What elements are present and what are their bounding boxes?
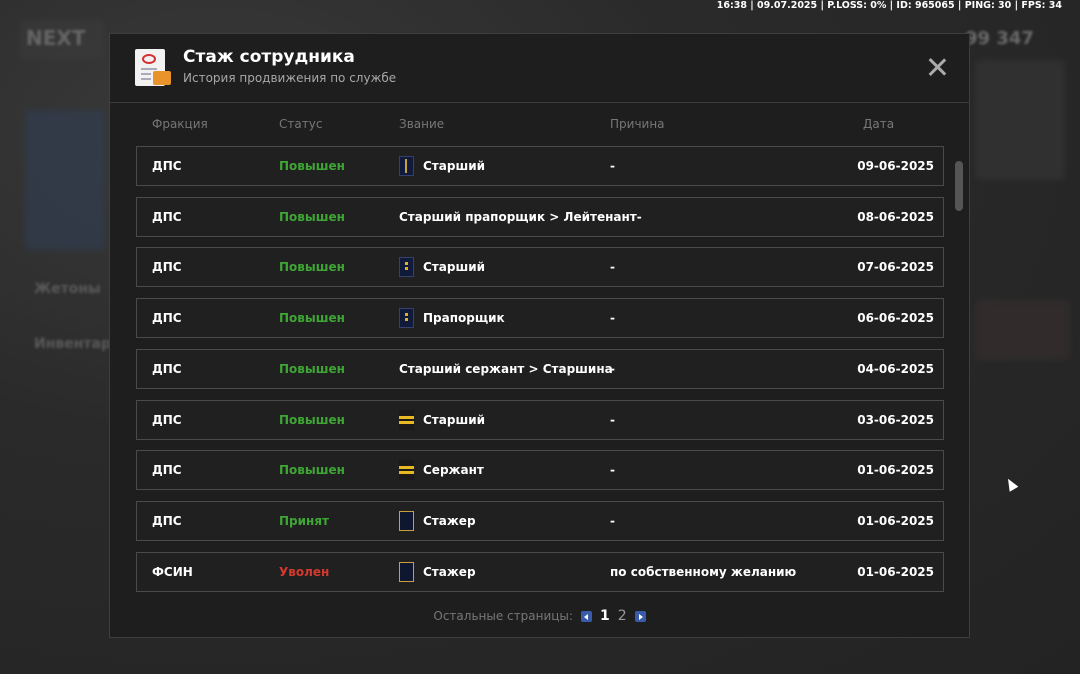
row-rank-label: Старший bbox=[423, 413, 486, 427]
rank-insignia-icon bbox=[399, 410, 414, 430]
row-reason: - bbox=[610, 463, 615, 477]
page-1-button[interactable]: 1 bbox=[600, 608, 610, 624]
rank-insignia-icon bbox=[399, 257, 414, 277]
table-row[interactable]: ДПС Принят Стажер - 01-06-2025 bbox=[136, 501, 944, 541]
column-header-status: Статус bbox=[279, 117, 323, 131]
row-date: 09-06-2025 bbox=[857, 159, 934, 173]
bg-money: 99 347 bbox=[965, 28, 1034, 49]
table-row[interactable]: ДПС Повышен Старший - 07-06-2025 bbox=[136, 247, 944, 287]
bg-blob bbox=[975, 60, 1065, 180]
row-date: 07-06-2025 bbox=[857, 260, 934, 274]
row-rank-label: Старший bbox=[423, 260, 486, 274]
pagination-label: Остальные страницы: bbox=[433, 609, 573, 623]
row-reason: - bbox=[610, 159, 615, 173]
row-faction: ДПС bbox=[152, 463, 182, 477]
row-reason: - bbox=[610, 514, 615, 528]
row-reason: - bbox=[610, 311, 615, 325]
row-rank: Прапорщик bbox=[399, 299, 505, 337]
rank-insignia-icon bbox=[399, 308, 414, 328]
row-date: 01-06-2025 bbox=[857, 565, 934, 579]
row-faction: ДПС bbox=[152, 159, 182, 173]
column-header-faction: Фракция bbox=[152, 117, 208, 131]
table-row[interactable]: ДПС Повышен Старший - 09-06-2025 bbox=[136, 146, 944, 186]
page-2-button[interactable]: 2 bbox=[618, 608, 627, 624]
row-faction: ДПС bbox=[152, 413, 182, 427]
chevron-left-icon[interactable] bbox=[580, 610, 592, 622]
table-row[interactable]: ДПС Повышен Старший - 03-06-2025 bbox=[136, 400, 944, 440]
row-status: Повышен bbox=[279, 311, 345, 325]
row-rank: Стажер bbox=[399, 553, 476, 591]
row-rank-label: Сержант bbox=[423, 463, 484, 477]
row-faction: ДПС bbox=[152, 210, 182, 224]
row-date: 01-06-2025 bbox=[857, 514, 934, 528]
row-faction: ДПС bbox=[152, 260, 182, 274]
row-status: Уволен bbox=[279, 565, 330, 579]
row-status: Повышен bbox=[279, 362, 345, 376]
bg-side-item-1: Жетоны bbox=[34, 281, 101, 297]
row-rank-label: Стажер bbox=[423, 514, 476, 528]
row-rank-label: Прапорщик bbox=[423, 311, 505, 325]
row-rank: Сержант bbox=[399, 451, 484, 489]
modal-subtitle: История продвижения по службе bbox=[183, 71, 397, 85]
row-date: 06-06-2025 bbox=[857, 311, 934, 325]
row-status: Повышен bbox=[279, 463, 345, 477]
row-status: Принят bbox=[279, 514, 329, 528]
row-reason: - bbox=[610, 413, 615, 427]
rank-insignia-icon bbox=[399, 562, 414, 582]
row-status: Повышен bbox=[279, 159, 345, 173]
table-row[interactable]: ДПС Повышен Сержант - 01-06-2025 bbox=[136, 450, 944, 490]
row-faction: ФСИН bbox=[152, 565, 193, 579]
rank-insignia-icon bbox=[399, 460, 414, 480]
column-header-reason: Причина bbox=[610, 117, 665, 131]
row-date: 04-06-2025 bbox=[857, 362, 934, 376]
scrollbar-thumb[interactable] bbox=[955, 161, 963, 211]
bg-side-item-2: Инвентарь bbox=[34, 336, 120, 352]
modal-title: Стаж сотрудника bbox=[183, 47, 355, 67]
chevron-right-icon[interactable] bbox=[634, 610, 646, 622]
row-rank: Старший сержант > Старшина bbox=[399, 350, 613, 388]
row-rank: Старший bbox=[399, 248, 485, 286]
table-row[interactable]: ДПС Повышен Прапорщик - 06-06-2025 bbox=[136, 298, 944, 338]
row-date: 03-06-2025 bbox=[857, 413, 934, 427]
row-status: Повышен bbox=[279, 210, 345, 224]
bg-blob bbox=[975, 300, 1070, 360]
row-status: Повышен bbox=[279, 260, 345, 274]
row-date: 08-06-2025 bbox=[857, 210, 934, 224]
row-rank-label: Стажер bbox=[423, 565, 476, 579]
rank-insignia-icon bbox=[399, 156, 414, 176]
row-reason: - bbox=[610, 260, 615, 274]
rank-insignia-icon bbox=[399, 511, 414, 531]
row-rank: Старший bbox=[399, 147, 485, 185]
status-bar: 16:38 | 09.07.2025 | P.LOSS: 0% | ID: 96… bbox=[716, 0, 1062, 11]
close-icon[interactable] bbox=[926, 56, 948, 78]
document-icon bbox=[135, 49, 171, 86]
column-header-rank: Звание bbox=[399, 117, 445, 131]
row-rank-label: Старший bbox=[423, 159, 486, 173]
row-rank-label: Старший сержант > Старшина bbox=[399, 362, 613, 376]
row-faction: ДПС bbox=[152, 514, 182, 528]
row-date: 01-06-2025 bbox=[857, 463, 934, 477]
bg-blob bbox=[25, 110, 105, 250]
row-faction: ДПС bbox=[152, 362, 182, 376]
row-reason: по собственному желанию bbox=[610, 565, 797, 579]
row-status: Повышен bbox=[279, 413, 345, 427]
row-reason: - bbox=[610, 362, 615, 376]
bg-logo: NEXT bbox=[26, 26, 86, 50]
row-rank: Старший прапорщик > Лейтенант- bbox=[399, 198, 642, 236]
modal-header: Стаж сотрудника История продвижения по с… bbox=[110, 34, 969, 103]
pagination: Остальные страницы: 1 2 bbox=[110, 608, 969, 624]
table-row[interactable]: ФСИН Уволен Стажер по собственному желанию 0… bbox=[136, 552, 944, 592]
column-header-date: Дата bbox=[863, 117, 895, 131]
table-row[interactable]: ДПС Повышен Старший сержант > Старшина - 04-… bbox=[136, 349, 944, 389]
table-row[interactable]: ДПС Повышен Старший прапорщик > Лейтенант-… bbox=[136, 197, 944, 237]
row-rank-label: Старший прапорщик > Лейтенант- bbox=[399, 210, 642, 224]
row-rank: Старший bbox=[399, 401, 485, 439]
row-rank: Стажер bbox=[399, 502, 476, 540]
employee-history-modal: Стаж сотрудника История продвижения по с… bbox=[109, 33, 970, 638]
row-faction: ДПС bbox=[152, 311, 182, 325]
